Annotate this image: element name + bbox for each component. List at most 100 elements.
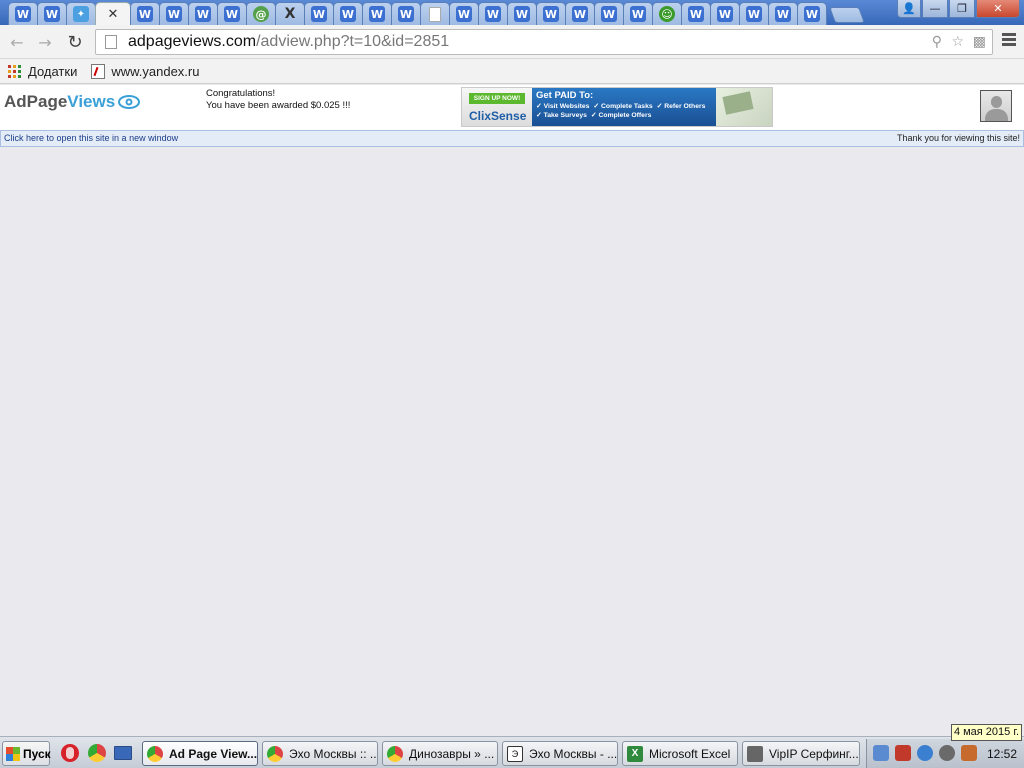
tab[interactable]: X	[275, 2, 305, 25]
url-path: /adview.php?t=10&id=2851	[256, 33, 450, 50]
taskbar-button-label: Эхо Москвы - ...	[529, 746, 618, 761]
forward-icon[interactable]: →	[34, 31, 56, 53]
tab[interactable]	[420, 2, 450, 25]
tab[interactable]: W	[565, 2, 595, 25]
tab[interactable]: W	[594, 2, 624, 25]
browser-toolbar: ← → ↻ adpageviews.com/adview.php?t=10&id…	[0, 25, 1024, 59]
search-icon[interactable]: ⚲	[932, 34, 942, 50]
reload-icon[interactable]: ↻	[64, 31, 86, 53]
w-icon: W	[717, 6, 733, 22]
taskbar-button[interactable]: VipIP Серфинг...	[742, 741, 860, 766]
close-icon[interactable]: ✕	[105, 6, 121, 22]
taskbar-button[interactable]: Эхо Москвы :: ...	[262, 741, 378, 766]
star-icon[interactable]: ☆	[951, 34, 964, 50]
tab[interactable]: ✦	[66, 2, 96, 25]
tab[interactable]: W	[333, 2, 363, 25]
settings-icon[interactable]	[939, 745, 955, 761]
close-window-button[interactable]: ✕	[976, 0, 1020, 18]
chrome-icon	[267, 745, 283, 762]
open-in-new-window-link[interactable]: Click here to open this site in a new wi…	[4, 133, 178, 143]
extension-icon[interactable]: ▩	[973, 34, 986, 50]
signup-button[interactable]: SIGN UP NOW!	[469, 93, 525, 104]
bookmark-yandex[interactable]: www.yandex.ru	[91, 63, 199, 79]
tab[interactable]: W	[37, 2, 67, 25]
tab[interactable]: W	[304, 2, 334, 25]
vip-icon	[747, 745, 763, 762]
taskbar-button[interactable]: Динозавры » ...	[382, 741, 498, 766]
taskbar-button[interactable]: X Microsoft Excel	[622, 741, 738, 766]
banner-item: ✓ Complete Tasks	[593, 103, 653, 110]
tab[interactable]: W	[217, 2, 247, 25]
show-desktop-icon[interactable]	[114, 746, 132, 760]
volume-icon[interactable]	[961, 745, 977, 761]
tab[interactable]: W	[797, 2, 827, 25]
tab[interactable]: W	[449, 2, 479, 25]
taskbar-button[interactable]: Э Эхо Москвы - ...	[502, 741, 618, 766]
w-icon: W	[166, 6, 182, 22]
new-tab-button[interactable]	[829, 7, 865, 23]
taskbar-button[interactable]: Ad Page View...	[142, 741, 258, 766]
clock[interactable]: 12:52	[987, 747, 1017, 761]
chrome-icon[interactable]	[88, 744, 106, 762]
congrats-title: Congratulations!	[206, 88, 276, 99]
internet-icon[interactable]	[917, 745, 933, 761]
w-icon: W	[775, 6, 791, 22]
tab[interactable]: W	[681, 2, 711, 25]
w-icon: W	[630, 6, 646, 22]
logo-ad-text: AdPage	[4, 92, 68, 111]
tab-active[interactable]: ✕	[95, 2, 131, 25]
ad-content-frame[interactable]	[0, 148, 1024, 736]
tab[interactable]: W	[8, 2, 38, 25]
taskbar-button-label: Microsoft Excel	[649, 746, 731, 761]
congratulations-message: Congratulations! You have been awarded $…	[206, 88, 350, 112]
tab[interactable]: W	[768, 2, 798, 25]
minimize-button[interactable]: —	[922, 0, 948, 18]
antivirus-icon[interactable]	[895, 745, 911, 761]
tab[interactable]: W	[362, 2, 392, 25]
tab[interactable]: W	[623, 2, 653, 25]
tab[interactable]: W	[391, 2, 421, 25]
w-icon: W	[601, 6, 617, 22]
start-button[interactable]: Пуск	[2, 741, 51, 766]
echo-icon: Э	[507, 745, 523, 762]
w-icon: W	[224, 6, 240, 22]
w-icon: W	[195, 6, 211, 22]
banner-item: ✓ Complete Offers	[590, 112, 652, 119]
opera-icon[interactable]	[61, 744, 79, 762]
tab[interactable]: W	[188, 2, 218, 25]
tab[interactable]: @	[246, 2, 276, 25]
url-text[interactable]: adpageviews.com/adview.php?t=10&id=2851	[128, 33, 449, 51]
network-icon[interactable]	[873, 745, 889, 761]
menu-icon[interactable]	[1002, 33, 1016, 48]
w-icon: W	[15, 6, 31, 22]
bookmark-apps[interactable]: Додатки	[8, 64, 77, 79]
w-icon: W	[514, 6, 530, 22]
user-icon[interactable]: 👤	[897, 0, 921, 18]
tab[interactable]: W	[478, 2, 508, 25]
adpageviews-logo[interactable]: AdPage Views	[4, 92, 141, 112]
clixsense-banner[interactable]: SIGN UP NOW! ClixSense Get PAID To: ✓ Vi…	[461, 87, 773, 127]
restore-button[interactable]: ❐	[949, 0, 975, 18]
avatar[interactable]	[980, 90, 1012, 122]
back-icon[interactable]: ←	[6, 31, 28, 53]
tab[interactable]: W	[159, 2, 189, 25]
chrome-icon	[387, 745, 403, 762]
tab-list: W W ✦ ✕ W W W W @ X W W W W W W W W W W W ☺ W W W W W	[8, 2, 865, 25]
tab[interactable]: W	[507, 2, 537, 25]
taskbar: Пуск Ad Page View... Эхо Москвы :: ... Дин…	[0, 736, 1024, 768]
taskbar-button-label: Динозавры » ...	[409, 746, 495, 761]
system-tray: 12:52	[866, 739, 1024, 768]
tab[interactable]: ☺	[652, 2, 682, 25]
tab[interactable]: W	[130, 2, 160, 25]
w-icon: W	[688, 6, 704, 22]
tab[interactable]: W	[710, 2, 740, 25]
w-icon: W	[340, 6, 356, 22]
taskbar-button-label: Эхо Москвы :: ...	[289, 746, 378, 761]
tab[interactable]: W	[739, 2, 769, 25]
address-bar[interactable]: adpageviews.com/adview.php?t=10&id=2851 …	[95, 29, 993, 55]
banner-item: ✓ Take Surveys	[536, 112, 587, 119]
w-icon: W	[398, 6, 414, 22]
tab[interactable]: W	[536, 2, 566, 25]
banner-row-1: ✓ Visit Websites ✓ Complete Tasks ✓ Refe…	[536, 102, 712, 110]
adpageviews-header: AdPage Views Congratulations! You have be…	[0, 85, 1024, 130]
